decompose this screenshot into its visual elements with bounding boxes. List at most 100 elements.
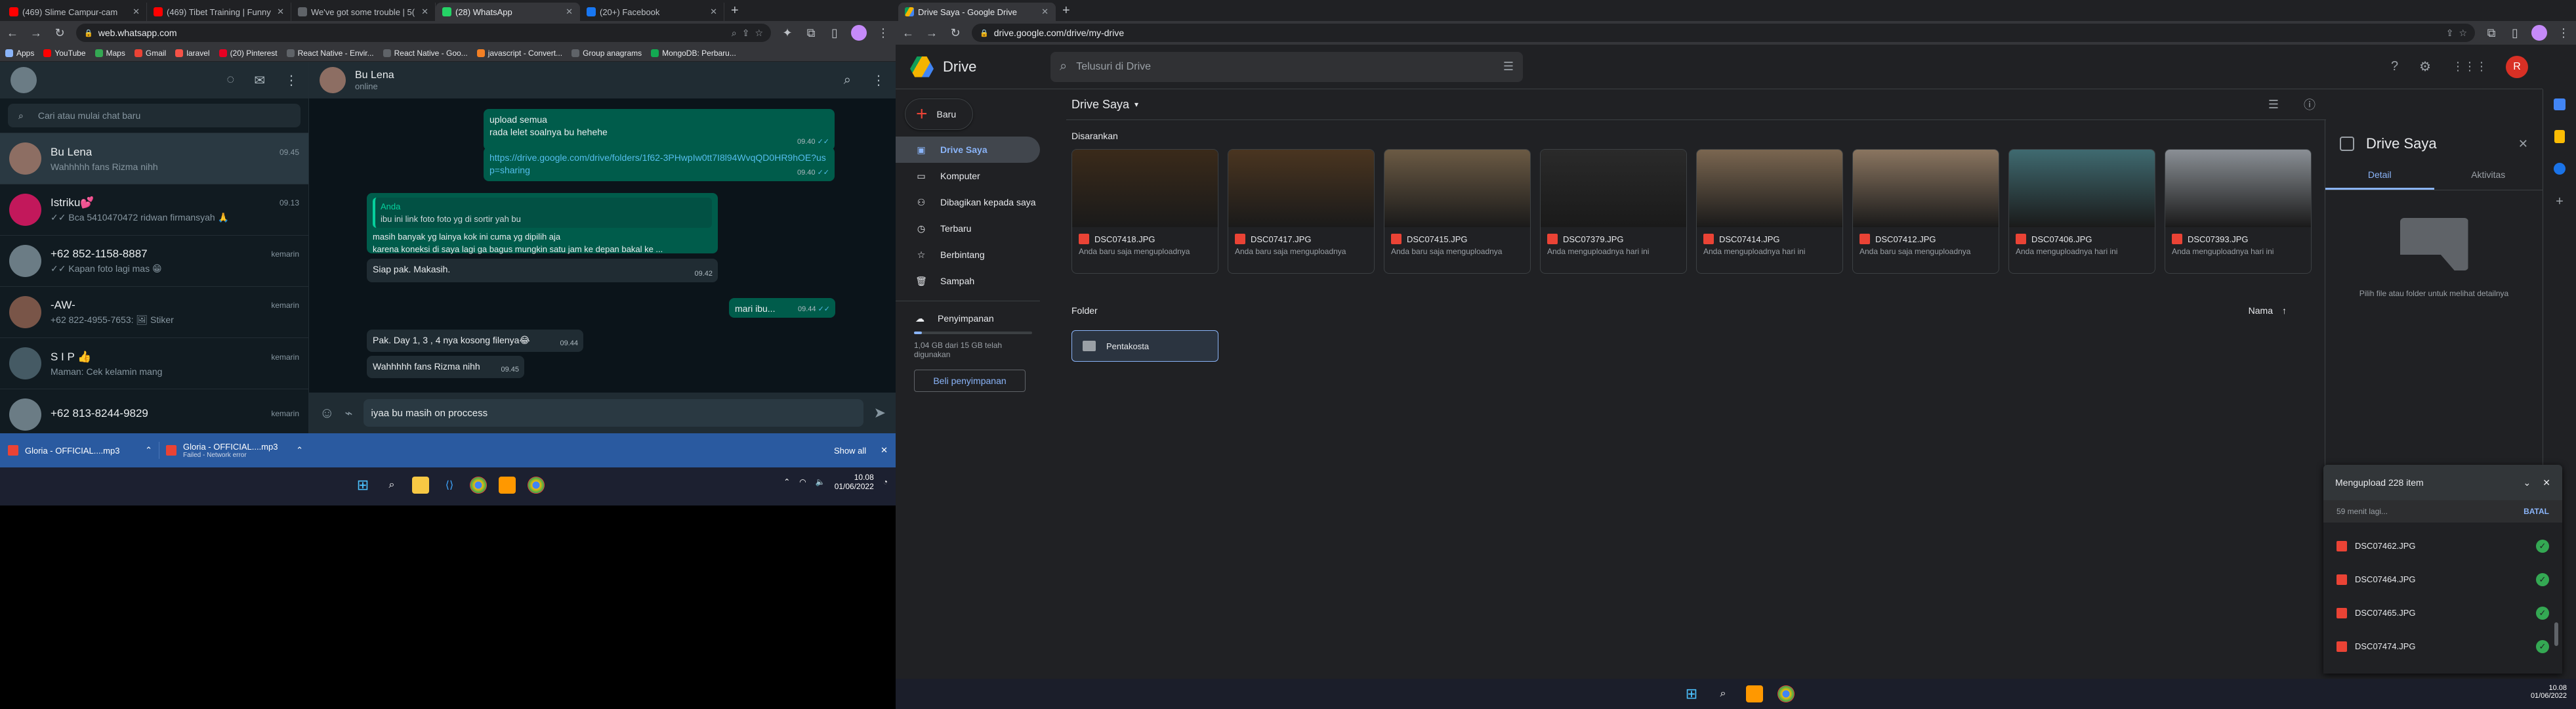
new-chat-icon[interactable]: ✉: [254, 72, 265, 89]
message-link[interactable]: https://drive.google.com/drive/folders/1…: [489, 152, 829, 177]
menu-icon[interactable]: ⋮: [285, 72, 298, 89]
sort-label[interactable]: Nama: [2249, 305, 2273, 316]
bookmark-item[interactable]: javascript - Convert...: [476, 49, 562, 58]
forward-icon[interactable]: →: [29, 26, 43, 40]
show-all-button[interactable]: Show all: [834, 446, 866, 456]
storage-item[interactable]: ☁ Penyimpanan: [896, 305, 1040, 332]
browser-tab[interactable]: (20+) Facebook ✕: [580, 3, 724, 21]
bookmark-item[interactable]: MongoDB: Perbaru...: [651, 49, 736, 58]
bookmark-item[interactable]: laravel: [175, 49, 210, 58]
breadcrumb-current[interactable]: Drive Saya: [1071, 98, 1129, 112]
menu-icon[interactable]: ⋮: [876, 26, 890, 40]
contact-avatar[interactable]: [320, 67, 346, 93]
chat-list-item[interactable]: Bu Lena 09.45 Wahhhhh fans Rizma nihh: [0, 133, 308, 184]
browser-tab[interactable]: We've got some trouble | 5(✕: [291, 3, 436, 21]
suggested-file-card[interactable]: DSC07417.JPG Anda baru saja mengupload­ny…: [1228, 149, 1375, 274]
sublime-icon[interactable]: [499, 477, 516, 494]
menu-icon[interactable]: ⋮: [2556, 26, 2571, 40]
chat-list-item[interactable]: S I P 👍 kemarin Maman: Cek kelamin mang: [0, 338, 308, 389]
puzzle-icon[interactable]: ⧉: [2484, 26, 2499, 40]
info-icon[interactable]: ⓘ: [2304, 96, 2316, 113]
chevron-up-icon[interactable]: ⌃: [145, 445, 152, 456]
clock[interactable]: 10.08 01/06/2022: [835, 473, 874, 491]
browser-tab[interactable]: (469) Tibet Training | Funny ✕: [147, 3, 291, 21]
suggested-file-card[interactable]: DSC07393.JPG Anda mengupload­nya hari ini: [2165, 149, 2312, 274]
reload-icon[interactable]: ↻: [52, 26, 67, 40]
drive-logo-icon[interactable]: [910, 56, 934, 77]
list-view-icon[interactable]: ☰: [2268, 98, 2279, 112]
account-avatar[interactable]: R: [2506, 55, 2528, 78]
bookmark-item[interactable]: Gmail: [134, 49, 166, 58]
chrome-icon[interactable]: [1777, 685, 1795, 702]
chat-list-item[interactable]: +62 813-8244-9829 kemarin: [0, 389, 308, 433]
suggested-file-card[interactable]: DSC07412.JPG Anda baru saja mengupload­ny…: [1852, 149, 1999, 274]
profile-avatar[interactable]: [2531, 25, 2547, 41]
attach-icon[interactable]: ⌁: [344, 405, 352, 421]
chat-list-item[interactable]: -AW-kemarin +62 822-4955-7653: 🖼 Stiker: [0, 287, 308, 338]
wifi-icon[interactable]: ◠: [799, 477, 806, 486]
upload-scrollbar[interactable]: [2554, 622, 2558, 646]
download-item[interactable]: Gloria - OFFICIAL....mp3 ⌃: [8, 445, 152, 456]
bookmark-item[interactable]: Maps: [94, 49, 125, 58]
windows-start-icon[interactable]: ⊞: [1683, 685, 1700, 702]
nav-item[interactable]: ⚇ Dibagikan kepada saya: [896, 189, 1040, 215]
chat-list-item[interactable]: Istriku💕 09.13 ✓✓ Bca 5410470472 ridwan fi…: [0, 184, 308, 236]
chevron-up-icon[interactable]: ⌃: [783, 477, 790, 486]
arrow-up-icon[interactable]: ↑: [2282, 305, 2287, 316]
menu-icon[interactable]: ⋮: [872, 72, 885, 89]
quoted-message[interactable]: Anda ibu ini link foto foto yg di sortir…: [373, 198, 712, 228]
bookmark-item[interactable]: Group anagrams: [571, 49, 642, 58]
filter-icon[interactable]: ☰: [1503, 60, 1514, 74]
upload-item[interactable]: DSC07464.JPG ✓: [2323, 563, 2562, 596]
bookmark-item[interactable]: (20) Pinterest: [218, 49, 278, 58]
address-bar[interactable]: 🔒 drive.google.com/drive/my-drive ⇪ ☆: [972, 24, 2475, 42]
clock[interactable]: 10.08 01/06/2022: [2531, 684, 2567, 700]
contact-name[interactable]: Bu Lena: [355, 70, 835, 81]
keep-icon[interactable]: [2554, 130, 2565, 143]
search-box[interactable]: ⌕ Cari atau mulai chat baru: [8, 104, 301, 127]
close-icon[interactable]: ✕: [710, 7, 717, 17]
cancel-upload-button[interactable]: BATAL: [2524, 507, 2549, 516]
nav-item[interactable]: ◷ Terbaru: [896, 215, 1040, 242]
close-icon[interactable]: ✕: [881, 445, 888, 456]
search-icon[interactable]: ⌕: [844, 73, 851, 88]
new-button[interactable]: + Baru: [905, 98, 973, 130]
browser-tab[interactable]: (469) Slime Campur-cam ✕: [3, 3, 147, 21]
chevron-up-icon[interactable]: ⌃: [296, 445, 303, 456]
help-icon[interactable]: ?: [2391, 59, 2398, 74]
download-item[interactable]: Gloria - OFFICIAL....mp3 Failed - Networ…: [159, 442, 303, 459]
close-icon[interactable]: ✕: [2518, 137, 2528, 151]
back-icon[interactable]: ←: [5, 26, 20, 40]
suggested-file-card[interactable]: DSC07418.JPG Anda baru saja mengupload­ny…: [1071, 149, 1218, 274]
forward-icon[interactable]: →: [924, 26, 939, 40]
my-avatar[interactable]: [10, 67, 37, 93]
vscode-icon[interactable]: ⟨⟩: [441, 477, 458, 494]
zoom-icon[interactable]: ⌕: [732, 28, 737, 39]
share-icon[interactable]: ⇪: [2446, 28, 2454, 39]
bookmark-star-icon[interactable]: ☆: [2459, 28, 2467, 39]
drive-search-box[interactable]: ⌕ Telusuri di Drive ☰: [1050, 51, 1523, 82]
close-icon[interactable]: ✕: [133, 7, 140, 17]
tab-detail[interactable]: Detail: [2325, 169, 2434, 190]
chat-list-item[interactable]: +62 852-1158-8887 kemarin ✓✓ Kapan foto la…: [0, 236, 308, 287]
search-icon[interactable]: ⌕: [383, 477, 400, 494]
apps-grid-icon[interactable]: ⋮⋮⋮: [2452, 60, 2487, 74]
sidepanel-icon[interactable]: ▯: [827, 26, 842, 40]
status-icon[interactable]: ◌: [226, 72, 234, 89]
search-icon[interactable]: ⌕: [1714, 685, 1732, 702]
send-icon[interactable]: ➤: [874, 404, 886, 421]
new-tab-button[interactable]: +: [1056, 3, 1077, 21]
upload-item[interactable]: DSC07465.JPG ✓: [2323, 596, 2562, 630]
reload-icon[interactable]: ↻: [948, 26, 963, 40]
share-icon[interactable]: ⇪: [742, 28, 750, 39]
windows-start-icon[interactable]: ⊞: [354, 477, 371, 494]
new-tab-button[interactable]: +: [724, 3, 745, 21]
browser-tab[interactable]: (28) WhatsApp ✕: [436, 3, 580, 21]
folder-icon[interactable]: [412, 477, 429, 494]
suggested-file-card[interactable]: DSC07415.JPG Anda baru saja mengupload­ny…: [1384, 149, 1531, 274]
volume-icon[interactable]: 🔈: [816, 477, 825, 486]
tasks-icon[interactable]: [2554, 163, 2566, 175]
back-icon[interactable]: ←: [901, 26, 915, 40]
suggested-file-card[interactable]: DSC07414.JPG Anda mengupload­nya hari ini: [1696, 149, 1843, 274]
close-icon[interactable]: ✕: [277, 7, 284, 17]
